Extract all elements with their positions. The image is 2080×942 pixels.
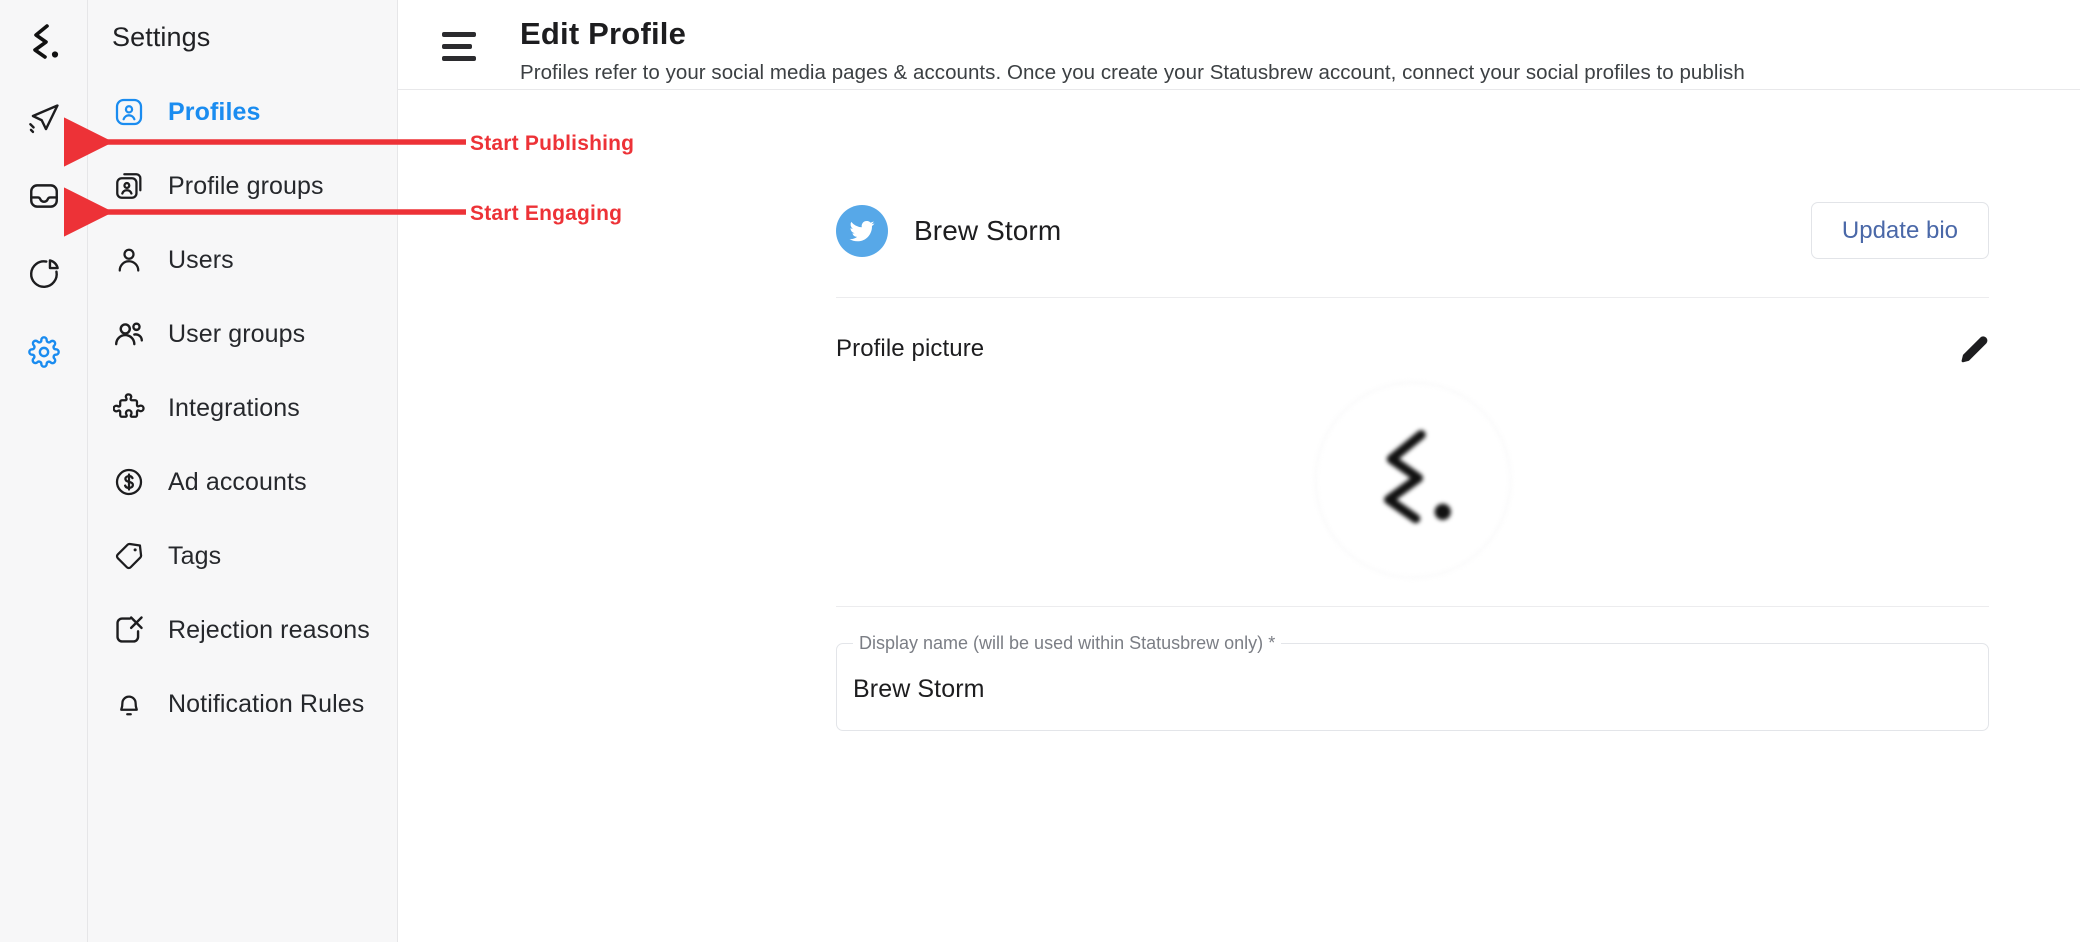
sidebar-item-notification-rules[interactable]: Notification Rules — [88, 667, 397, 741]
gear-icon — [27, 336, 60, 368]
page-title: Edit Profile — [520, 16, 687, 51]
hamburger-menu-icon[interactable] — [442, 32, 476, 68]
display-name-label: Display name (will be used within Status… — [853, 633, 1282, 654]
sidebar-item-profiles[interactable]: Profiles — [88, 75, 397, 149]
sidebar-item-label: Users — [168, 245, 234, 274]
inbox-icon — [27, 179, 61, 213]
rail-item-settings[interactable] — [18, 326, 70, 378]
statusbrew-logo-icon — [1367, 424, 1459, 537]
required-marker: * — [1268, 633, 1276, 653]
avatar[interactable] — [1314, 382, 1511, 578]
puzzle-piece-icon — [112, 391, 146, 425]
profile-name: Brew Storm — [914, 214, 1062, 246]
users-group-icon — [112, 317, 146, 351]
rail-item-engage[interactable] — [18, 170, 70, 222]
statusbrew-logo-icon[interactable] — [20, 18, 68, 66]
sidebar-nav: Profiles Profile groups Users User group… — [88, 75, 397, 741]
sidebar-item-rejection-reasons[interactable]: Rejection reasons — [88, 593, 397, 667]
page-header: Edit Profile Profiles refer to your soci… — [398, 0, 2080, 90]
pencil-edit-icon[interactable] — [1959, 334, 1989, 364]
settings-sidebar: Settings Profiles Profile groups Users U… — [88, 0, 398, 942]
bell-icon — [112, 687, 146, 721]
profile-stack-icon — [112, 169, 146, 203]
dollar-circle-icon — [112, 465, 146, 499]
sidebar-item-label: Integrations — [168, 393, 300, 422]
sidebar-item-ad-accounts[interactable]: Ad accounts — [88, 445, 397, 519]
profile-picture-label: Profile picture — [836, 335, 985, 362]
profile-summary-row: Brew Storm Update bio — [836, 202, 1989, 298]
pie-chart-icon — [27, 257, 61, 291]
profile-avatar-container — [836, 382, 1989, 607]
sidebar-item-label: Notification Rules — [168, 689, 365, 718]
sidebar-item-integrations[interactable]: Integrations — [88, 371, 397, 445]
sidebar-title: Settings — [112, 22, 211, 52]
profile-badge-icon — [112, 95, 146, 129]
page-description: Profiles refer to your social media page… — [520, 61, 1745, 84]
profile-picture-row: Profile picture — [836, 334, 1989, 364]
sidebar-item-label: Ad accounts — [168, 467, 307, 496]
sidebar-item-profile-groups[interactable]: Profile groups — [88, 149, 397, 223]
sidebar-item-label: Profile groups — [168, 171, 324, 200]
page-content: Brew Storm Update bio Profile picture Di… — [398, 202, 2080, 731]
sidebar-item-label: Tags — [168, 541, 222, 570]
rail-item-reports[interactable] — [18, 248, 70, 300]
tag-icon — [112, 539, 146, 573]
main-panel: Edit Profile Profiles refer to your soci… — [398, 0, 2080, 942]
sidebar-item-label: User groups — [168, 319, 306, 348]
icon-rail — [0, 0, 88, 942]
sidebar-item-tags[interactable]: Tags — [88, 519, 397, 593]
display-name-legend-text: Display name (will be used within Status… — [859, 633, 1264, 653]
paper-plane-icon — [27, 101, 61, 135]
app-root: Settings Profiles Profile groups Users U… — [0, 0, 2080, 942]
sidebar-item-user-groups[interactable]: User groups — [88, 297, 397, 371]
rail-item-publish[interactable] — [18, 92, 70, 144]
user-icon — [112, 243, 146, 277]
sidebar-item-label: Rejection reasons — [168, 615, 370, 644]
display-name-field[interactable]: Display name (will be used within Status… — [836, 633, 1989, 731]
twitter-bird-icon — [836, 204, 888, 257]
sidebar-item-label: Profiles — [168, 97, 261, 126]
sidebar-item-users[interactable]: Users — [88, 223, 397, 297]
update-bio-button[interactable]: Update bio — [1810, 202, 1989, 259]
reject-x-icon — [112, 613, 146, 647]
